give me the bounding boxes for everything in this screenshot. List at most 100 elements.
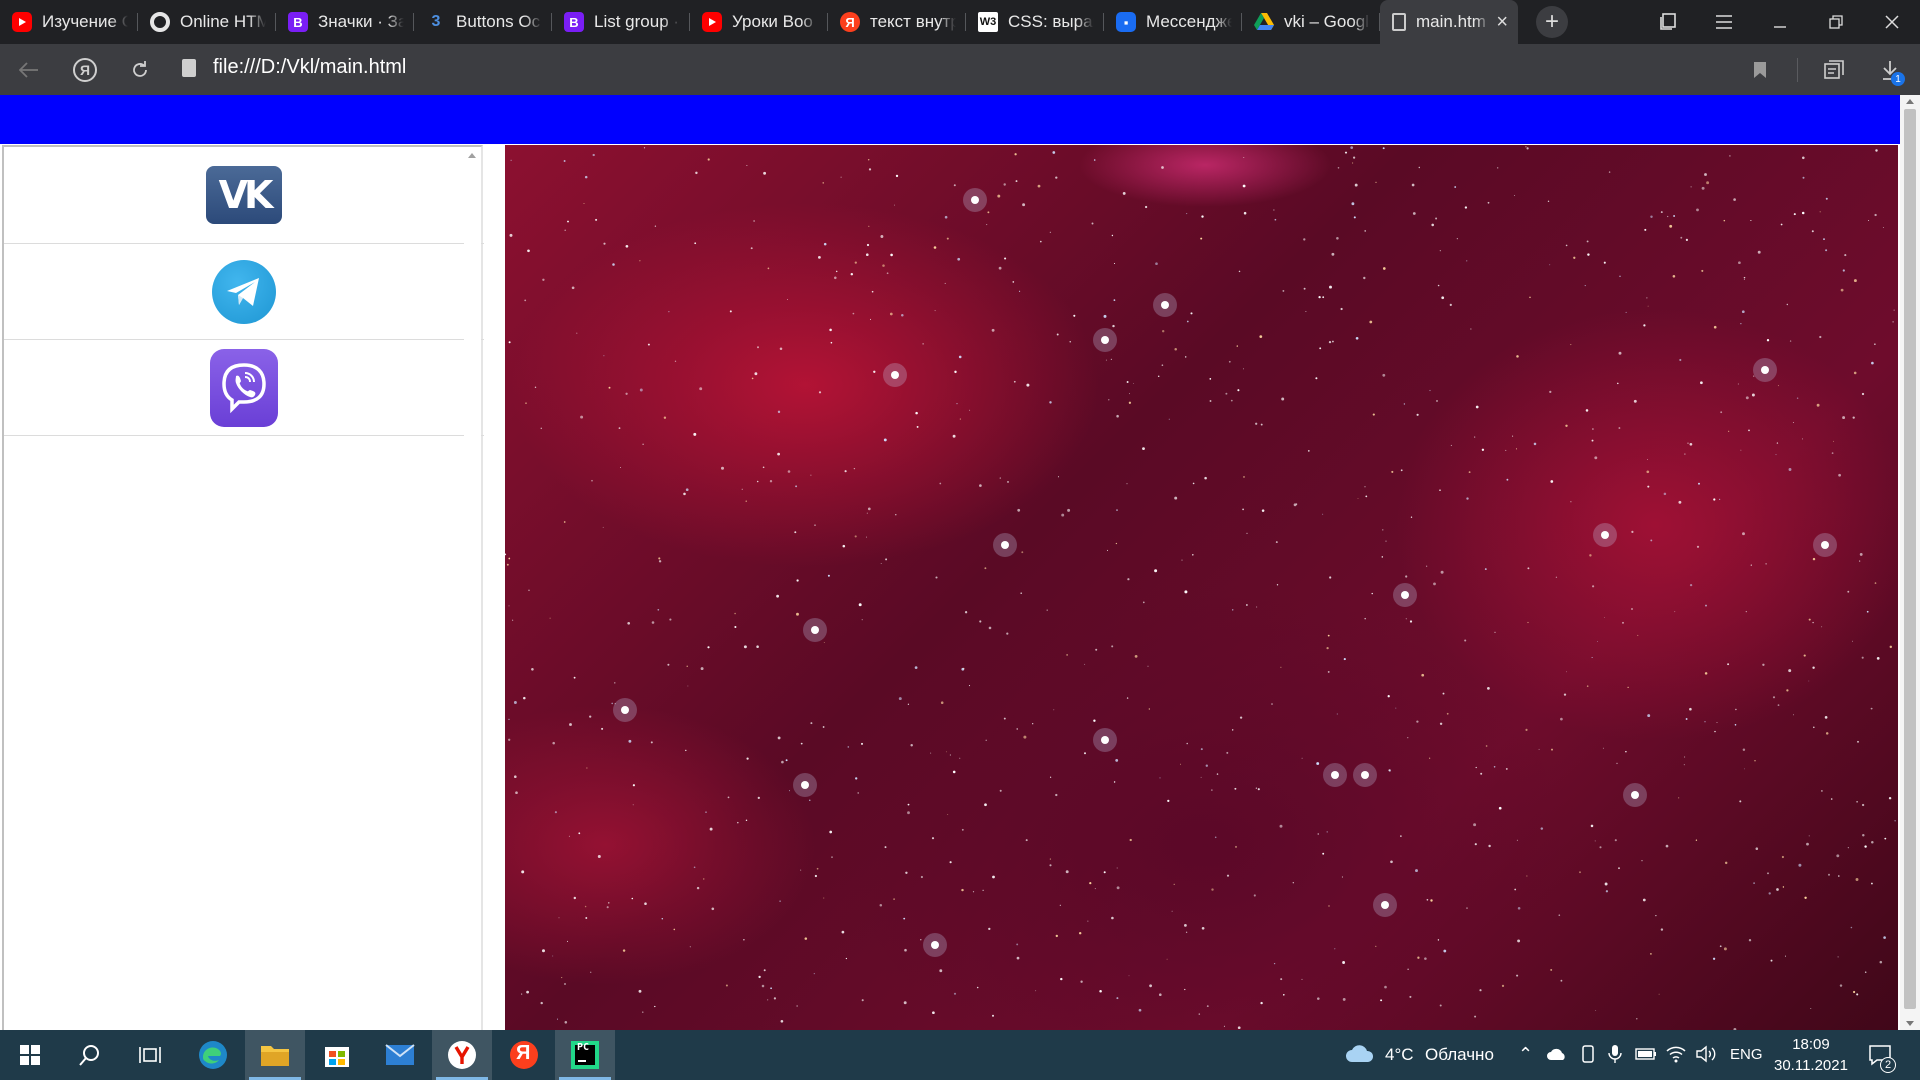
- star: [563, 521, 566, 523]
- yandex-button[interactable]: Я: [68, 53, 102, 87]
- tab-9[interactable]: ▪ Мессендже: [1104, 0, 1242, 44]
- reload-button[interactable]: [123, 53, 157, 87]
- star: [1563, 693, 1567, 696]
- star: [686, 665, 688, 667]
- tab-close-icon[interactable]: ×: [1496, 11, 1508, 34]
- start-button[interactable]: [0, 1030, 60, 1080]
- star: [1371, 592, 1373, 595]
- onedrive-icon[interactable]: [1546, 1047, 1568, 1061]
- tab-4[interactable]: 3 Buttons Oc: [414, 0, 552, 44]
- task-view-icon[interactable]: [120, 1030, 180, 1080]
- star: [603, 242, 606, 245]
- microphone-icon[interactable]: [1608, 1044, 1622, 1064]
- close-window-icon[interactable]: [1864, 0, 1920, 44]
- star: [1549, 264, 1551, 266]
- star: [1276, 584, 1279, 586]
- restore-icon[interactable]: [1808, 0, 1864, 44]
- star: [1757, 250, 1761, 254]
- collections-button[interactable]: [1818, 53, 1852, 87]
- mail-icon[interactable]: [370, 1030, 430, 1080]
- downloads-button[interactable]: 1: [1873, 53, 1907, 87]
- star: [1647, 485, 1650, 488]
- star: [1744, 768, 1745, 770]
- tab-1[interactable]: Изучение С: [0, 0, 138, 44]
- star: [508, 341, 511, 344]
- address-input[interactable]: file:///D:/Vkl/main.html: [213, 56, 406, 79]
- star: [1893, 309, 1895, 311]
- weather-temp[interactable]: 4°C: [1385, 1045, 1414, 1065]
- volume-icon[interactable]: [1696, 1045, 1718, 1063]
- star: [982, 889, 984, 891]
- battery-icon[interactable]: [1635, 1048, 1657, 1060]
- weather-cloud-icon[interactable]: [1345, 1044, 1375, 1064]
- file-explorer-icon[interactable]: [245, 1030, 305, 1080]
- sidebar-scrollbar[interactable]: [464, 147, 481, 1030]
- star: [1514, 195, 1516, 197]
- search-icon[interactable]: [60, 1030, 120, 1080]
- list-item-viber[interactable]: [4, 340, 484, 436]
- edge-browser-icon[interactable]: [183, 1030, 243, 1080]
- tab-5[interactable]: B List group ·: [552, 0, 690, 44]
- star: [1255, 787, 1258, 789]
- star: [866, 243, 870, 247]
- pycharm-icon[interactable]: PC: [555, 1030, 615, 1080]
- star: [1351, 202, 1355, 206]
- star: [687, 685, 689, 687]
- microsoft-store-icon[interactable]: [307, 1030, 367, 1080]
- star: [521, 993, 523, 995]
- star: [703, 878, 705, 880]
- yandex-browser-taskbar-icon[interactable]: [432, 1030, 492, 1080]
- star: [1411, 183, 1415, 187]
- tab-manager-icon[interactable]: [1640, 0, 1696, 44]
- star: [1689, 442, 1693, 446]
- star: [1762, 663, 1765, 666]
- wifi-icon[interactable]: [1666, 1045, 1686, 1063]
- star: [711, 907, 715, 911]
- tab-7[interactable]: Я текст внутр: [828, 0, 966, 44]
- tab-6[interactable]: Уроки Boo: [690, 0, 828, 44]
- tab-2[interactable]: Online HTM: [138, 0, 276, 44]
- yandex-app-icon[interactable]: Я: [494, 1030, 554, 1080]
- clock[interactable]: 18:09 30.11.2021: [1774, 1034, 1848, 1076]
- star: [1328, 340, 1332, 344]
- star: [639, 388, 643, 392]
- star: [1192, 482, 1195, 485]
- star: [622, 949, 626, 952]
- star: [1037, 184, 1041, 188]
- device-icon[interactable]: [1580, 1045, 1596, 1063]
- telegram-icon[interactable]: [212, 257, 276, 327]
- star: [813, 973, 815, 975]
- star: [987, 211, 990, 214]
- star: [1516, 974, 1519, 977]
- show-hidden-icons-chevron[interactable]: ⌃: [1518, 1044, 1533, 1065]
- new-tab-button[interactable]: +: [1536, 6, 1568, 38]
- bookmark-button[interactable]: [1743, 53, 1777, 87]
- minimize-icon[interactable]: [1752, 0, 1808, 44]
- star: [1713, 498, 1716, 501]
- menu-icon[interactable]: [1696, 0, 1752, 44]
- input-language[interactable]: ENG: [1730, 1046, 1763, 1063]
- star: [1418, 166, 1421, 169]
- star: [1705, 604, 1707, 607]
- back-button[interactable]: [12, 53, 46, 87]
- star: [1303, 287, 1306, 290]
- list-item-telegram[interactable]: [4, 244, 484, 340]
- bright-star: [1101, 336, 1109, 344]
- file-icon: [1392, 13, 1406, 31]
- page-scrollbar[interactable]: [1900, 95, 1920, 1030]
- star: [1087, 920, 1089, 922]
- toolbar-divider: [1797, 58, 1798, 82]
- tab-11-active[interactable]: main.htm ×: [1380, 0, 1518, 44]
- weather-description[interactable]: Облачно: [1425, 1045, 1494, 1065]
- tab-3[interactable]: B Значки · За: [276, 0, 414, 44]
- viber-icon[interactable]: [210, 348, 278, 427]
- tab-10[interactable]: vki – Googl: [1242, 0, 1380, 44]
- scrollbar-thumb[interactable]: [1904, 109, 1916, 1009]
- star: [1035, 990, 1037, 992]
- star: [930, 752, 932, 754]
- star: [1099, 989, 1102, 993]
- vk-icon[interactable]: VK: [206, 166, 282, 224]
- list-item-vk[interactable]: VK: [4, 147, 484, 244]
- star: [1353, 156, 1356, 159]
- tab-8[interactable]: W3 CSS: вырав: [966, 0, 1104, 44]
